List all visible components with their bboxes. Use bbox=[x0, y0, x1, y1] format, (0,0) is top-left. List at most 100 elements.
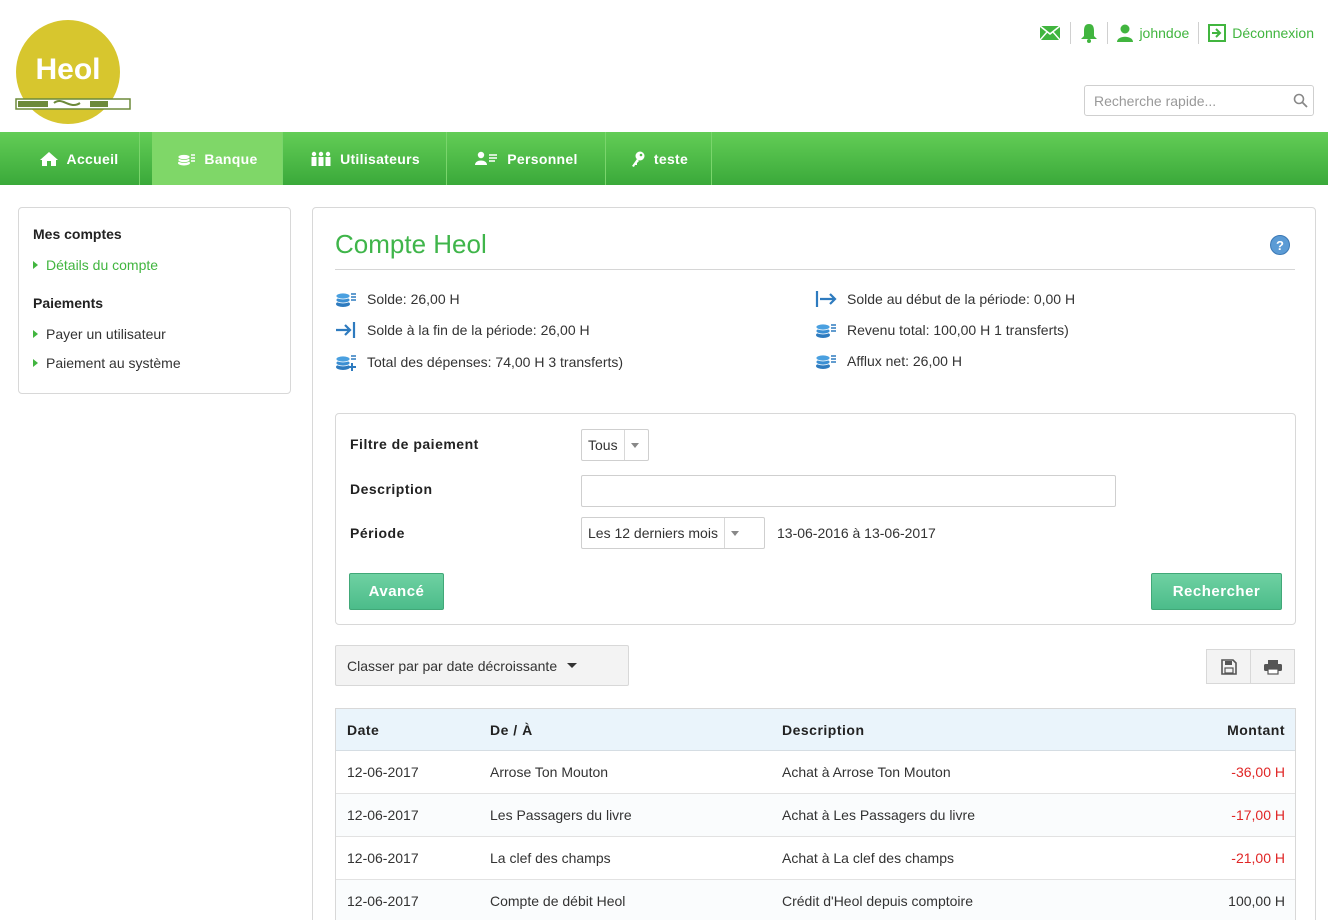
heol-logo[interactable]: Heol bbox=[14, 12, 134, 132]
profile-link[interactable]: johndoe bbox=[1117, 24, 1189, 42]
advanced-button[interactable]: Avancé bbox=[349, 573, 444, 610]
quick-search-input[interactable] bbox=[1085, 86, 1287, 115]
row-amount: -21,00 H bbox=[1231, 850, 1285, 866]
period-value: Les 12 derniers mois bbox=[588, 525, 718, 541]
nav-personnel-label: Personnel bbox=[507, 150, 578, 167]
table-row[interactable]: 12-06-2017 Arrose Ton Mouton Achat à Arr… bbox=[336, 751, 1295, 794]
table-row[interactable]: 12-06-2017 La clef des champs Achat à La… bbox=[336, 837, 1295, 880]
row-description: Crédit d'Heol depuis comptoire bbox=[782, 893, 973, 909]
row-date: 12-06-2017 bbox=[347, 893, 419, 909]
description-input[interactable] bbox=[581, 475, 1116, 507]
row-date: 12-06-2017 bbox=[347, 850, 419, 866]
transactions-table: Date De / À Description Montant 12-06-20… bbox=[335, 708, 1296, 920]
stat-depenses-text: Total des dépenses: 74,00 H 3 transferts… bbox=[367, 354, 624, 370]
top-separator bbox=[1107, 22, 1109, 44]
main-nav: Accueil Banque Utilisateurs Personnel te… bbox=[0, 132, 1328, 185]
chevron-down-icon bbox=[723, 518, 746, 548]
header-date: Date bbox=[347, 721, 380, 738]
table-row[interactable]: 12-06-2017 Compte de débit Heol Crédit d… bbox=[336, 880, 1295, 920]
row-from: Arrose Ton Mouton bbox=[490, 764, 609, 780]
logout-icon bbox=[1208, 24, 1227, 42]
nav-utilisateurs-label: Utilisateurs bbox=[340, 150, 420, 167]
sidebar-item-details-compte[interactable]: Détails du compte bbox=[33, 257, 158, 273]
row-from: La clef des champs bbox=[490, 850, 611, 866]
triangle-right-icon bbox=[33, 261, 38, 269]
row-amount: -17,00 H bbox=[1231, 807, 1285, 823]
coins-icon bbox=[178, 153, 196, 165]
logo-graphic: Heol bbox=[15, 20, 131, 124]
row-description: Achat à Arrose Ton Mouton bbox=[782, 764, 951, 780]
nav-teste[interactable]: teste bbox=[607, 132, 712, 185]
stat-solde-fin-text: Solde à la fin de la période: 26,00 H bbox=[367, 322, 590, 338]
logo-text: Heol bbox=[35, 53, 100, 86]
period-range: 13-06-2016 à 13-06-2017 bbox=[777, 525, 936, 541]
row-from: Compte de débit Heol bbox=[490, 893, 626, 909]
bell-icon bbox=[1081, 24, 1098, 43]
top-separator bbox=[1070, 22, 1072, 44]
sidebar-item-label: Payer un utilisateur bbox=[46, 326, 166, 342]
header-amount: Montant bbox=[1227, 721, 1285, 738]
nav-banque[interactable]: Banque bbox=[152, 132, 283, 185]
sidebar-item-paiement-systeme[interactable]: Paiement au système bbox=[33, 355, 181, 371]
save-button[interactable] bbox=[1206, 649, 1251, 684]
stat-afflux: Afflux net: 26,00 H bbox=[815, 352, 962, 370]
stat-afflux-text: Afflux net: 26,00 H bbox=[847, 353, 962, 369]
stat-revenu-text: Revenu total: 100,00 H 1 transferts) bbox=[847, 322, 1069, 338]
stat-depenses: Total des dépenses: 74,00 H 3 transferts… bbox=[335, 352, 623, 372]
sidebar-section-paiements: Paiements bbox=[33, 295, 104, 311]
main-panel: Compte Heol ? Solde: 26,00 H Solde à la … bbox=[312, 207, 1316, 920]
payment-filter-label: Filtre de paiement bbox=[350, 436, 479, 452]
home-icon bbox=[39, 151, 58, 166]
help-icon[interactable]: ? bbox=[1270, 235, 1290, 255]
sidebar-section-mes-comptes: Mes comptes bbox=[33, 226, 122, 242]
period-label: Période bbox=[350, 525, 405, 541]
logout-label: Déconnexion bbox=[1232, 25, 1314, 41]
row-description: Achat à La clef des champs bbox=[782, 850, 954, 866]
nav-teste-label: teste bbox=[653, 150, 689, 167]
printer-icon bbox=[1263, 659, 1282, 675]
sort-dropdown[interactable]: Classer par par date décroissante bbox=[335, 645, 629, 686]
coins-icon bbox=[815, 323, 836, 338]
sidebar-item-payer-utilisateur[interactable]: Payer un utilisateur bbox=[33, 326, 166, 342]
row-amount: -36,00 H bbox=[1231, 764, 1285, 780]
stat-solde: Solde: 26,00 H bbox=[335, 290, 460, 308]
stat-solde-text: Solde: 26,00 H bbox=[367, 291, 460, 307]
row-from: Les Passagers du livre bbox=[490, 807, 632, 823]
arrow-right-bar-icon bbox=[336, 322, 356, 338]
title-divider bbox=[335, 269, 1295, 270]
nav-personnel[interactable]: Personnel bbox=[448, 132, 606, 185]
triangle-right-icon bbox=[33, 330, 38, 338]
user-icon bbox=[1117, 24, 1134, 42]
stat-solde-fin: Solde à la fin de la période: 26,00 H bbox=[335, 321, 590, 339]
search-icon bbox=[1293, 93, 1308, 108]
search-submit-button[interactable]: Rechercher bbox=[1151, 573, 1282, 610]
stat-solde-debut: Solde au début de la période: 0,00 H bbox=[815, 290, 1075, 308]
top-separator bbox=[1198, 22, 1200, 44]
bar-arrow-right-icon bbox=[815, 291, 837, 307]
messages-link[interactable] bbox=[1039, 25, 1061, 41]
users-icon bbox=[311, 151, 331, 166]
row-date: 12-06-2017 bbox=[347, 807, 419, 823]
search-button[interactable] bbox=[1287, 87, 1313, 115]
row-amount: 100,00 H bbox=[1228, 893, 1285, 909]
nav-utilisateurs[interactable]: Utilisateurs bbox=[284, 132, 447, 185]
print-button[interactable] bbox=[1250, 649, 1295, 684]
stat-solde-debut-text: Solde au début de la période: 0,00 H bbox=[847, 291, 1076, 307]
notifications-link[interactable] bbox=[1080, 23, 1098, 43]
sidebar-item-label: Détails du compte bbox=[46, 257, 159, 273]
sidebar-item-label: Paiement au système bbox=[46, 355, 181, 371]
period-select[interactable]: Les 12 derniers mois bbox=[581, 517, 765, 549]
stat-revenu: Revenu total: 100,00 H 1 transferts) bbox=[815, 321, 1069, 339]
payment-filter-select[interactable]: Tous bbox=[581, 429, 649, 461]
caret-down-icon bbox=[567, 663, 578, 668]
nav-accueil[interactable]: Accueil bbox=[18, 132, 140, 185]
nav-banque-label: Banque bbox=[204, 150, 258, 167]
description-label: Description bbox=[350, 481, 433, 497]
header-from-to: De / À bbox=[490, 721, 533, 738]
sort-label: Classer par par date décroissante bbox=[347, 657, 558, 674]
table-row[interactable]: 12-06-2017 Les Passagers du livre Achat … bbox=[336, 794, 1295, 837]
logout-link[interactable]: Déconnexion bbox=[1208, 24, 1314, 42]
payment-filter-value: Tous bbox=[588, 437, 618, 453]
key-icon bbox=[631, 151, 645, 167]
row-description: Achat à Les Passagers du livre bbox=[782, 807, 975, 823]
